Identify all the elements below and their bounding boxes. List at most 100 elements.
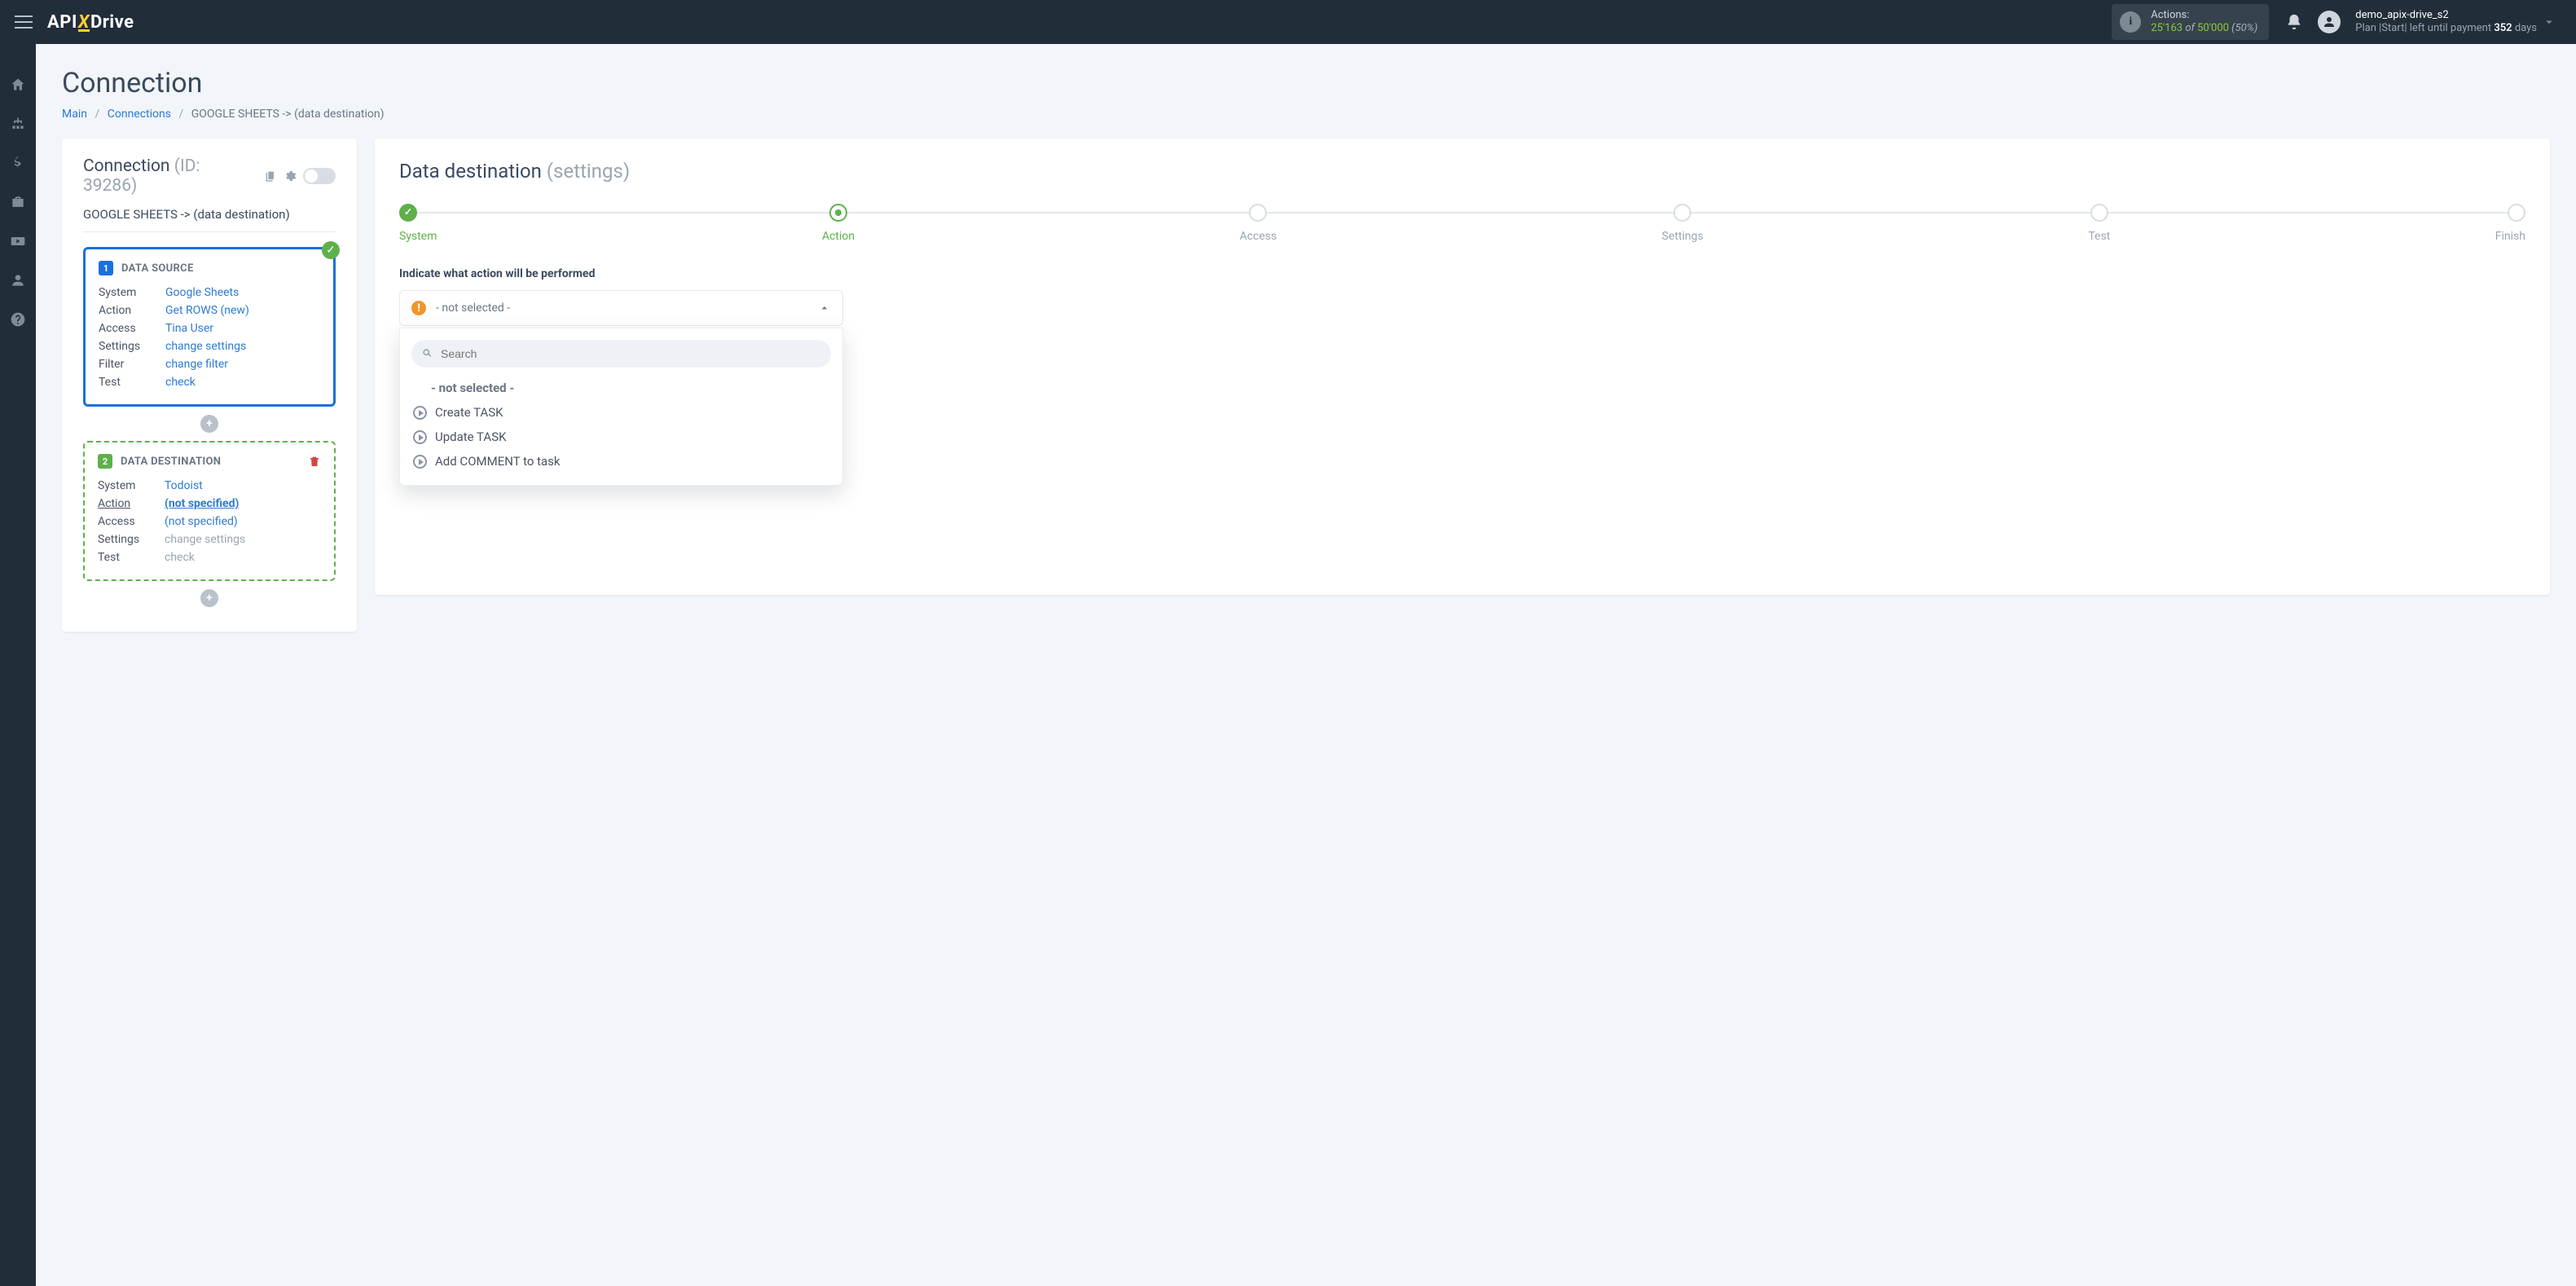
action-form-label: Indicate what action will be performed <box>399 267 2525 280</box>
option-not-selected[interactable]: - not selected - <box>411 376 831 400</box>
breadcrumb-current: GOOGLE SHEETS -> (data destination) <box>191 108 385 121</box>
option-item[interactable]: Create TASK <box>411 400 831 425</box>
connection-title: Connection <box>83 156 170 176</box>
action-select-head[interactable]: ! - not selected - <box>399 290 843 326</box>
youtube-icon[interactable] <box>10 233 26 249</box>
kv-label: System <box>99 286 165 299</box>
action-dropdown: - not selected - Create TASK Update TASK Ad… <box>399 328 843 486</box>
step-label: Action <box>822 230 855 243</box>
badge-2: 2 <box>98 454 112 469</box>
kv-label: Filter <box>99 358 165 371</box>
actions-of: of <box>2185 22 2195 34</box>
kv-value[interactable]: check <box>165 376 196 389</box>
topbar: APIXDrive i Actions: 25'163 of 50'000 (5… <box>0 0 2576 44</box>
stepper: System Action Access Settings Test Finish <box>399 204 2525 243</box>
dollar-icon[interactable] <box>10 155 26 171</box>
settings-card: Data destination (settings) System Action… <box>375 139 2550 595</box>
kv-value[interactable]: (not specified) <box>165 515 238 528</box>
kv-value[interactable]: Todoist <box>165 479 203 492</box>
search-icon <box>421 347 433 359</box>
breadcrumb-connections[interactable]: Connections <box>108 108 171 121</box>
info-icon: i <box>2120 11 2141 33</box>
kv-label: Settings <box>98 533 165 546</box>
step-system[interactable]: System <box>399 204 437 243</box>
play-icon <box>413 430 427 444</box>
kv-value: check <box>165 551 195 564</box>
kv-label: Test <box>98 551 165 564</box>
bell-icon[interactable] <box>2285 13 2303 31</box>
kv-label: Access <box>99 322 165 335</box>
action-search-input[interactable] <box>411 340 831 368</box>
add-destination-button[interactable]: + <box>200 589 218 607</box>
step-label: Test <box>2088 230 2110 243</box>
data-destination-title: DATA DESTINATION <box>121 456 221 468</box>
kv-value[interactable]: change filter <box>165 358 228 371</box>
kv-label: Access <box>98 515 165 528</box>
trash-icon[interactable] <box>308 455 321 468</box>
play-icon <box>413 406 427 420</box>
action-select: ! - not selected - - not selected -Creat… <box>399 290 843 326</box>
connection-toggle[interactable] <box>303 168 336 184</box>
action-selected: - not selected - <box>436 302 510 315</box>
connection-card: Connection (ID: 39286) GOOGLE SHEETS -> … <box>62 139 357 632</box>
breadcrumb-main[interactable]: Main <box>62 108 87 121</box>
step-settings[interactable]: Settings <box>1662 204 1703 243</box>
data-source-block[interactable]: ✓ 1 DATA SOURCE SystemGoogle SheetsActio… <box>83 247 336 407</box>
user-name: demo_apix-drive_s2 <box>2355 9 2537 22</box>
kv-value[interactable]: Google Sheets <box>165 286 239 299</box>
add-source-button[interactable]: + <box>200 415 218 433</box>
data-destination-block[interactable]: 2 DATA DESTINATION SystemTodoistAction(n… <box>83 441 336 581</box>
step-access[interactable]: Access <box>1240 204 1277 243</box>
breadcrumb: Main / Connections / GOOGLE SHEETS -> (d… <box>62 108 2550 121</box>
kv-label: Settings <box>99 340 165 353</box>
option-label: Add COMMENT to task <box>435 454 560 469</box>
actions-summary[interactable]: i Actions: 25'163 of 50'000 (50%) <box>2112 4 2269 41</box>
chevron-up-icon <box>818 302 831 315</box>
actions-label: Actions: <box>2151 9 2257 22</box>
kv-value[interactable]: Tina User <box>165 322 213 335</box>
step-label: Settings <box>1662 230 1703 243</box>
settings-title: Data destination (settings) <box>399 160 2525 183</box>
actions-pct: (50%) <box>2231 22 2257 34</box>
step-action[interactable]: Action <box>822 204 855 243</box>
kv-label: System <box>98 479 165 492</box>
play-icon <box>413 455 427 469</box>
kv-label: Action <box>99 304 165 317</box>
user-block[interactable]: demo_apix-drive_s2 Plan |Start| left unt… <box>2355 9 2537 36</box>
user-plan: Plan |Start| left until payment 352 days <box>2355 22 2537 35</box>
user-avatar-icon[interactable] <box>2318 11 2341 33</box>
step-label: Finish <box>2495 230 2525 243</box>
menu-toggle[interactable] <box>15 15 33 29</box>
logo[interactable]: APIXDrive <box>47 12 134 33</box>
kv-value[interactable]: (not specified) <box>165 497 239 510</box>
warning-icon: ! <box>411 301 426 315</box>
step-test[interactable]: Test <box>2088 204 2110 243</box>
actions-total: 50'000 <box>2197 22 2229 34</box>
option-label: Create TASK <box>435 405 503 420</box>
briefcase-icon[interactable] <box>10 194 26 210</box>
user-icon[interactable] <box>10 272 26 288</box>
gear-icon[interactable] <box>284 170 297 183</box>
kv-label: Action <box>98 497 165 510</box>
sitemap-icon[interactable] <box>10 116 26 132</box>
kv-value[interactable]: Get ROWS (new) <box>165 304 249 317</box>
page-title: Connection <box>62 67 2550 99</box>
help-icon[interactable] <box>10 311 26 328</box>
kv-label: Test <box>99 376 165 389</box>
option-item[interactable]: Update TASK <box>411 425 831 449</box>
copy-icon[interactable] <box>264 170 277 183</box>
home-icon[interactable] <box>10 77 26 93</box>
option-item[interactable]: Add COMMENT to task <box>411 449 831 473</box>
sidebar <box>0 44 36 1286</box>
step-finish[interactable]: Finish <box>2495 204 2525 243</box>
actions-used: 25'163 <box>2151 22 2183 34</box>
chevron-down-icon[interactable] <box>2537 15 2561 29</box>
connection-name: GOOGLE SHEETS -> (data destination) <box>83 207 336 232</box>
option-label: Update TASK <box>435 429 507 444</box>
kv-value: change settings <box>165 533 245 546</box>
badge-1: 1 <box>99 261 113 275</box>
kv-value[interactable]: change settings <box>165 340 246 353</box>
step-label: System <box>399 230 437 243</box>
data-source-title: DATA SOURCE <box>121 262 194 275</box>
check-icon: ✓ <box>322 241 340 259</box>
